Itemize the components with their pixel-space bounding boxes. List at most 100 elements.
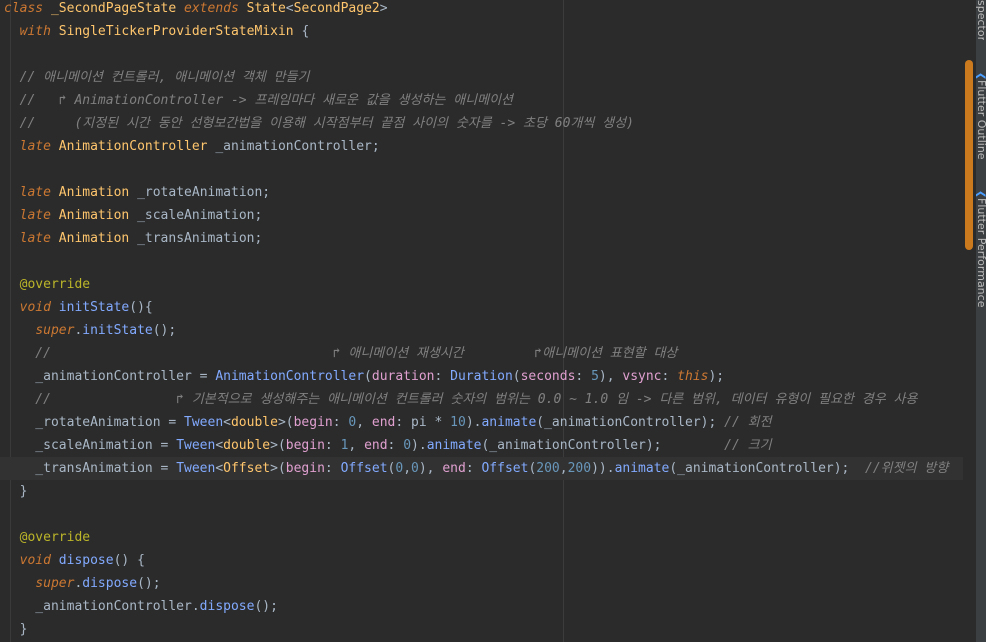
code-line[interactable]: void initState(){ (0, 296, 976, 319)
code-line[interactable]: with SingleTickerProviderStateMixin { (0, 20, 976, 43)
code-token: Tween (184, 414, 224, 430)
code-token: SecondPage2 (293, 0, 380, 16)
code-line[interactable]: _scaleAnimation = Tween<double>(begin: 1… (0, 434, 976, 457)
code-token: < (285, 0, 294, 16)
code-token: end (364, 437, 388, 453)
code-token: _animationController = (4, 368, 216, 384)
code-token: (); (152, 322, 177, 338)
code-token: duration (371, 368, 435, 384)
code-token: (); (137, 575, 161, 591)
code-token: ); (708, 368, 725, 384)
tool-tab-inspector[interactable]: spector (976, 0, 986, 40)
code-token: Animation (58, 184, 138, 200)
code-token: : (575, 368, 592, 384)
code-line[interactable]: } (0, 618, 976, 641)
code-line[interactable]: // (지정된 시간 동안 선형보간법을 이용해 시작점부터 끝점 사이의 숫자… (0, 112, 976, 135)
code-token: ), (598, 368, 623, 384)
code-line[interactable]: // ↱ AnimationController -> 프레임마다 새로운 값을… (0, 89, 976, 112)
code-token: , (559, 460, 568, 476)
code-token: ( (512, 368, 521, 384)
code-token: _SecondPageState (50, 0, 185, 16)
code-line[interactable]: } (0, 480, 976, 503)
code-line[interactable]: _transAnimation = Tween<Offset>(begin: O… (0, 456, 976, 480)
code-token: vsync (622, 368, 662, 384)
code-token: _animationController; (215, 138, 380, 154)
vertical-scrollbar-thumb[interactable] (965, 60, 973, 250)
code-token: super (35, 322, 75, 338)
code-token: initState (82, 322, 153, 338)
code-token: { (301, 23, 310, 39)
code-token: Animation (58, 207, 138, 223)
code-token: begin (285, 437, 325, 453)
code-editor[interactable]: class _SecondPageState extends State<Sec… (0, 0, 976, 642)
code-token: // 애니메이션 컨트롤러, 애니메이션 객체 만들기 (4, 69, 310, 85)
code-token: late (19, 138, 59, 154)
code-line[interactable]: late AnimationController _animationContr… (0, 135, 976, 158)
code-token: late (19, 230, 59, 246)
code-token: end (442, 460, 466, 476)
code-token: (); (254, 598, 278, 614)
code-token: void (19, 552, 59, 568)
code-line[interactable]: class _SecondPageState extends State<Sec… (0, 0, 976, 20)
code-token: 5 (591, 368, 599, 384)
code-token: ), (418, 460, 443, 476)
code-line[interactable] (0, 503, 976, 526)
code-line[interactable]: // 애니메이션 컨트롤러, 애니메이션 객체 만들기 (0, 66, 976, 89)
code-token: Offset (223, 460, 271, 476)
code-token: ). (411, 437, 427, 453)
code-token: late (19, 207, 59, 223)
tool-tab-label: Flutter Performance (976, 198, 986, 308)
code-line[interactable] (0, 250, 976, 273)
code-token: < (215, 437, 224, 453)
code-token: : (465, 460, 482, 476)
tool-tab-flutter-outline[interactable]: ❮ Flutter Outline (976, 72, 986, 182)
code-line[interactable]: late Animation _transAnimation; (0, 227, 976, 250)
code-line[interactable]: // ↱ 기본적으로 생성해주는 애니메이션 컨트롤러 숫자의 범위는 0.0 … (0, 388, 976, 411)
code-line[interactable]: late Animation _scaleAnimation; (0, 204, 976, 227)
code-token: 0 (411, 460, 419, 476)
code-token: , (356, 414, 372, 430)
code-token: Duration (450, 368, 513, 384)
code-token: // ↱ 애니메이션 재생시간 ↱애니메이션 표현할 대상 (4, 345, 678, 361)
code-token: : (661, 368, 678, 384)
code-token: late (19, 184, 59, 200)
code-line[interactable]: @override (0, 273, 976, 296)
code-token: initState (58, 299, 130, 315)
code-line[interactable]: super.dispose(); (0, 572, 976, 595)
code-token: : (324, 437, 341, 453)
code-line[interactable]: void dispose() { (0, 549, 976, 572)
code-line[interactable]: _animationController.dispose(); (0, 595, 976, 618)
code-token: , (348, 437, 365, 453)
code-line[interactable]: @override (0, 526, 976, 549)
code-line[interactable]: // ↱ 애니메이션 재생시간 ↱애니메이션 표현할 대상 (0, 342, 976, 365)
code-token: dispose (199, 598, 255, 614)
code-token: >( (270, 437, 286, 453)
code-token: super (35, 575, 75, 591)
code-line[interactable] (0, 158, 976, 181)
code-token: (_animationController); (481, 437, 725, 453)
tool-tab-flutter-performance[interactable]: ❮ Flutter Performance (976, 190, 986, 310)
code-token: ( (364, 368, 372, 384)
code-token: >( (270, 460, 286, 476)
code-line[interactable]: late Animation _rotateAnimation; (0, 181, 976, 204)
code-line[interactable]: _animationController = AnimationControll… (0, 365, 976, 388)
code-line[interactable] (0, 43, 976, 66)
code-token: animate (481, 414, 537, 430)
code-token: 10 (450, 414, 466, 430)
code-token: ). (465, 414, 482, 430)
code-token: double (223, 437, 271, 453)
code-token: with (19, 23, 59, 39)
code-token: : pi * (395, 414, 451, 430)
code-token: // ↱ 기본적으로 생성해주는 애니메이션 컨트롤러 숫자의 범위는 0.0 … (4, 391, 918, 407)
code-token: begin (293, 414, 333, 430)
code-line[interactable]: _rotateAnimation = Tween<double>(begin: … (0, 411, 976, 434)
code-token: _scaleAnimation; (137, 207, 263, 223)
code-line[interactable]: super.initState(); (0, 319, 976, 342)
